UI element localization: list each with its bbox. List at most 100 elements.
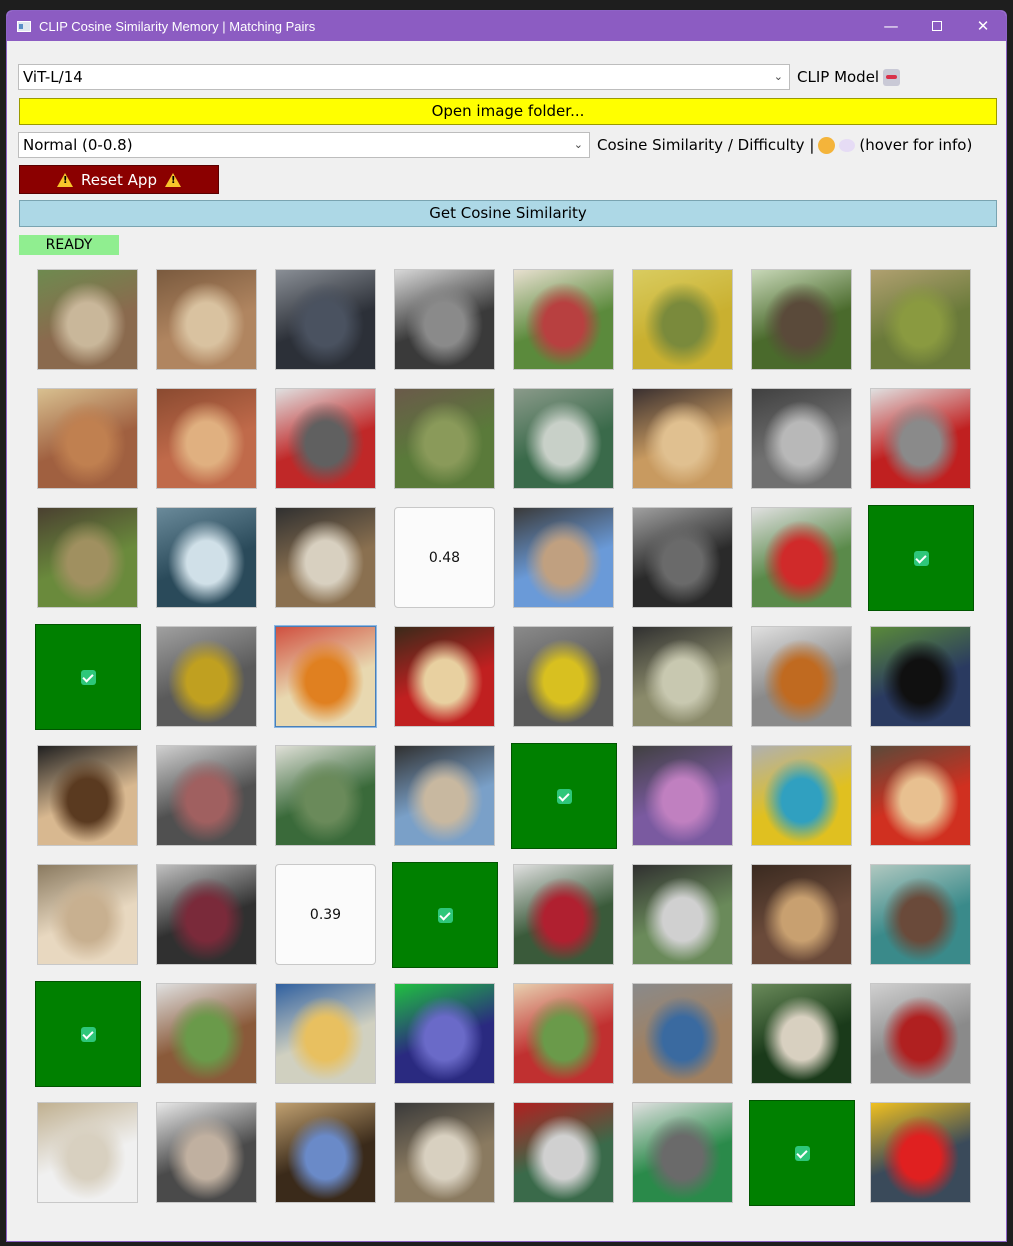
- image-tile[interactable]: [751, 626, 852, 727]
- maximize-icon: [932, 21, 942, 31]
- image-tile[interactable]: [394, 1102, 495, 1203]
- image-tile[interactable]: [632, 1102, 733, 1203]
- image-tile[interactable]: [156, 745, 257, 846]
- tile-photo: [38, 270, 137, 369]
- similarity-score: 0.48: [428, 549, 461, 566]
- matched-tile[interactable]: [868, 505, 974, 611]
- image-tile[interactable]: [37, 864, 138, 965]
- image-tile[interactable]: [37, 269, 138, 370]
- chevron-down-icon: ⌄: [773, 70, 783, 83]
- matched-tile[interactable]: [749, 1100, 855, 1206]
- tile-photo: [633, 389, 732, 488]
- image-tile[interactable]: [513, 983, 614, 1084]
- image-tile[interactable]: [632, 269, 733, 370]
- similarity-score: 0.39: [309, 906, 342, 923]
- image-tile[interactable]: [275, 1102, 376, 1203]
- tile-photo: [276, 746, 375, 845]
- tile-photo: [157, 1103, 256, 1202]
- image-tile[interactable]: [632, 983, 733, 1084]
- image-tile[interactable]: [513, 864, 614, 965]
- image-tile[interactable]: [37, 1102, 138, 1203]
- similarity-score-tile[interactable]: 0.39: [275, 864, 376, 965]
- image-tile[interactable]: [156, 388, 257, 489]
- image-tile[interactable]: [156, 626, 257, 727]
- tile-photo: [276, 1103, 375, 1202]
- image-tile[interactable]: [394, 626, 495, 727]
- tile-photo: [395, 389, 494, 488]
- image-tile[interactable]: [751, 864, 852, 965]
- difficulty-label: Cosine Similarity / Difficulty |: [597, 136, 815, 154]
- image-tile[interactable]: [870, 745, 971, 846]
- image-tile[interactable]: [751, 507, 852, 608]
- difficulty-info[interactable]: Cosine Similarity / Difficulty | (hover …: [597, 136, 972, 154]
- image-tile[interactable]: [513, 507, 614, 608]
- image-tile[interactable]: [275, 626, 376, 727]
- image-tile[interactable]: [394, 269, 495, 370]
- image-tile[interactable]: [275, 983, 376, 1084]
- tile-photo: [633, 984, 732, 1083]
- tile-photo: [276, 627, 375, 726]
- image-tile[interactable]: [870, 388, 971, 489]
- image-tile[interactable]: [751, 983, 852, 1084]
- image-tile[interactable]: [870, 626, 971, 727]
- image-tile[interactable]: [751, 269, 852, 370]
- image-tile[interactable]: [37, 745, 138, 846]
- close-button[interactable]: ✕: [960, 11, 1006, 41]
- image-tile[interactable]: [513, 1102, 614, 1203]
- image-tile[interactable]: [156, 864, 257, 965]
- image-tile[interactable]: [751, 388, 852, 489]
- tile-photo: [157, 508, 256, 607]
- tile-photo: [514, 865, 613, 964]
- image-tile[interactable]: [275, 745, 376, 846]
- image-tile[interactable]: [394, 983, 495, 1084]
- image-tile[interactable]: [156, 983, 257, 1084]
- tile-photo: [633, 270, 732, 369]
- get-cosine-similarity-button[interactable]: Get Cosine Similarity: [19, 200, 997, 227]
- reset-app-button[interactable]: Reset App: [19, 165, 219, 194]
- tile-photo: [633, 627, 732, 726]
- similarity-score-tile[interactable]: 0.48: [394, 507, 495, 608]
- image-tile[interactable]: [513, 269, 614, 370]
- tile-photo: [38, 1103, 137, 1202]
- image-tile[interactable]: [632, 388, 733, 489]
- robot-emoji-icon: [883, 68, 901, 86]
- image-tile[interactable]: [156, 269, 257, 370]
- image-tile[interactable]: [870, 864, 971, 965]
- app-window: CLIP Cosine Similarity Memory | Matching…: [6, 10, 1007, 1242]
- image-tile[interactable]: [394, 745, 495, 846]
- title-bar[interactable]: CLIP Cosine Similarity Memory | Matching…: [7, 11, 1006, 41]
- minimize-button[interactable]: —: [868, 11, 914, 41]
- image-tile[interactable]: [275, 269, 376, 370]
- image-tile[interactable]: [870, 269, 971, 370]
- image-tile[interactable]: [513, 388, 614, 489]
- tile-photo: [276, 270, 375, 369]
- checkmark-icon: [913, 550, 929, 566]
- image-tile[interactable]: [632, 745, 733, 846]
- difficulty-select[interactable]: Normal (0-0.8) ⌄: [18, 132, 590, 158]
- image-tile[interactable]: [870, 1102, 971, 1203]
- image-tile[interactable]: [37, 507, 138, 608]
- image-tile[interactable]: [394, 388, 495, 489]
- image-tile[interactable]: [156, 507, 257, 608]
- image-tile[interactable]: [632, 626, 733, 727]
- tile-photo: [157, 270, 256, 369]
- image-tile[interactable]: [632, 864, 733, 965]
- image-tile[interactable]: [275, 388, 376, 489]
- matched-tile[interactable]: [35, 981, 141, 1087]
- tile-photo: [871, 746, 970, 845]
- tile-photo: [633, 1103, 732, 1202]
- model-select[interactable]: ViT-L/14 ⌄: [18, 64, 790, 90]
- image-tile[interactable]: [870, 983, 971, 1084]
- matched-tile[interactable]: [511, 743, 617, 849]
- matched-tile[interactable]: [392, 862, 498, 968]
- open-image-folder-button[interactable]: Open image folder...: [19, 98, 997, 125]
- model-row: ViT-L/14 ⌄ CLIP Model: [18, 64, 901, 90]
- maximize-button[interactable]: [914, 11, 960, 41]
- image-tile[interactable]: [632, 507, 733, 608]
- image-tile[interactable]: [37, 388, 138, 489]
- image-tile[interactable]: [513, 626, 614, 727]
- matched-tile[interactable]: [35, 624, 141, 730]
- image-tile[interactable]: [275, 507, 376, 608]
- image-tile[interactable]: [751, 745, 852, 846]
- image-tile[interactable]: [156, 1102, 257, 1203]
